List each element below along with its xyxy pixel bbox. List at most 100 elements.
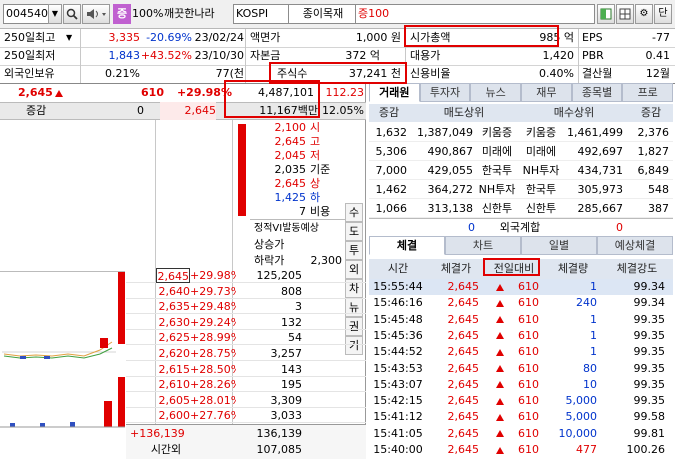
mini-volume-chart xyxy=(0,373,125,429)
side-button-2[interactable]: 투 xyxy=(345,241,363,260)
trade-row[interactable]: 15:45:48 2,645 610 1 99.35 xyxy=(369,311,673,328)
trade-change-value: 610 xyxy=(518,410,539,424)
trade-time: 15:41:05 xyxy=(373,426,423,440)
broker-tab-0[interactable]: 거래원 xyxy=(369,83,420,102)
trade-row[interactable]: 15:43:53 2,645 610 80 99.35 xyxy=(369,360,673,377)
up-arrow-icon xyxy=(496,348,504,356)
trade-row[interactable]: 15:45:36 2,645 610 1 99.35 xyxy=(369,327,673,344)
market-label: KOSPI xyxy=(233,4,289,24)
up-arrow-icon xyxy=(496,397,504,405)
trade-price: 2,645 xyxy=(447,410,480,424)
trade-row[interactable]: 15:40:00 2,645 610 477 100.26 xyxy=(369,442,673,458)
high-250-label: 250일최고 xyxy=(4,31,56,44)
trade-change: 610 xyxy=(483,377,539,393)
bid-row[interactable]: 2,610+28.26% 195 xyxy=(126,377,366,393)
bid-row[interactable]: 2,605+28.01% 3,309 xyxy=(126,393,366,408)
high-250-dropdown[interactable]: ▼ xyxy=(66,29,78,47)
bid-price: 2,635 xyxy=(158,300,191,314)
broker-row[interactable]: 5,306 490,867 미래에 미래에 492,697 1,827 xyxy=(369,142,673,161)
broker-sell-delta: 5,306 xyxy=(375,145,408,158)
bid-price: 2,630 xyxy=(158,315,191,329)
margin-rate-label: 증100 xyxy=(355,4,595,24)
trade-change-value: 610 xyxy=(518,345,539,359)
broker-sell-delta: 1,066 xyxy=(375,202,408,215)
trade-row[interactable]: 15:55:44 2,645 610 1 99.34 xyxy=(369,279,673,295)
broker-buy-name: NH투자 xyxy=(522,164,560,177)
bid-row[interactable]: 2,615+28.50% 143 xyxy=(126,362,366,377)
bid-row[interactable]: 2,625+28.99% 54 xyxy=(126,330,366,346)
trade-price: 2,645 xyxy=(447,328,480,342)
trade-row[interactable]: 15:41:12 2,645 610 5,000 99.58 xyxy=(369,409,673,426)
trade-change: 610 xyxy=(483,279,539,295)
broker-sell-delta: 7,000 xyxy=(375,164,408,177)
up-arrow-icon xyxy=(496,446,504,454)
bid-row[interactable]: 2,630+29.24% 132 xyxy=(126,315,366,330)
trade-header: 시간 체결가 전일대비 체결량 체결강도 xyxy=(369,259,673,279)
trade-change-value: 610 xyxy=(518,443,539,456)
trade-tab-0[interactable]: 체결 xyxy=(369,236,445,255)
stock-code-input[interactable]: 004540 xyxy=(3,4,49,24)
trade-qty: 1 xyxy=(590,345,597,359)
bid-rate: +28.01% xyxy=(190,393,236,407)
trade-tab-1[interactable]: 차트 xyxy=(445,236,521,255)
broker-tab-5[interactable]: 프로 xyxy=(622,83,674,102)
capital-value: 372 억 xyxy=(345,49,380,62)
bid-rate: +28.50% xyxy=(190,362,236,376)
trade-header-1: 체결가 xyxy=(440,262,472,275)
broker-row[interactable]: 1,632 1,387,049 키움증 키움증 1,461,499 2,376 xyxy=(369,123,673,142)
broker-row[interactable]: 7,000 429,055 한국투 NH투자 434,731 6,849 xyxy=(369,161,673,180)
broker-row[interactable]: 1,066 313,138 신한투 신한투 285,667 387 xyxy=(369,199,673,218)
broker-delta2-header: 증감 xyxy=(640,106,662,119)
code-dropdown-button[interactable]: ▼ xyxy=(48,4,62,24)
grid-icon[interactable] xyxy=(616,4,634,24)
orderbook-totals: +136,139 136,139 시간외 107,085 xyxy=(126,424,366,459)
bid-row[interactable]: 2,600+27.76% 3,033 xyxy=(126,408,366,424)
trade-header-3: 체결량 xyxy=(557,262,589,275)
broker-tab-3[interactable]: 재무 xyxy=(521,83,572,102)
trade-qty: 1 xyxy=(590,328,597,342)
trade-change: 610 xyxy=(483,328,539,344)
bid-row[interactable]: 2,645+29.98% 125,205 xyxy=(126,268,366,283)
bid-row[interactable]: 2,640+29.73% 808 xyxy=(126,284,366,299)
broker-buy-delta: 2,376 xyxy=(637,126,670,139)
trade-price: 2,645 xyxy=(447,280,480,293)
vi-box: 정적VI발동예상 상승가 하락가 2,300 xyxy=(250,219,345,269)
broker-sell-volume: 313,138 xyxy=(427,202,474,215)
low-250-rate: +43.52% xyxy=(140,49,192,62)
broker-row[interactable]: 1,462 364,272 NH투자 한국투 305,973 548 xyxy=(369,180,673,199)
search-icon[interactable] xyxy=(63,4,81,24)
volume-ratio: 112.23 xyxy=(325,86,365,99)
trade-row[interactable]: 15:46:16 2,645 610 240 99.34 xyxy=(369,295,673,312)
single-view-button[interactable]: 단 xyxy=(654,4,672,24)
bid-row[interactable]: 2,620+28.75% 3,257 xyxy=(126,346,366,361)
broker-buy-volume: 305,973 xyxy=(577,183,624,196)
price-info-value: 2,645 xyxy=(274,135,307,148)
gear-icon[interactable]: ⚙ xyxy=(635,4,653,24)
side-button-1[interactable]: 도 xyxy=(345,222,363,241)
stock-code-value: 004540 xyxy=(6,7,48,20)
broker-tab-2[interactable]: 뉴스 xyxy=(470,83,522,102)
broker-tab-4[interactable]: 종목별 xyxy=(571,83,623,102)
foreign-sum-left: 0 xyxy=(468,221,475,234)
high-250-date: 23/02/24 xyxy=(194,31,244,44)
trade-change: 610 xyxy=(483,344,539,360)
side-button-0[interactable]: 수 xyxy=(345,203,363,222)
margin-tag-badge: 증 xyxy=(113,4,131,24)
bid-qty: 125,205 xyxy=(256,269,303,282)
trade-qty: 1 xyxy=(590,312,597,326)
trade-row[interactable]: 15:42:15 2,645 610 5,000 99.35 xyxy=(369,393,673,410)
trade-qty: 5,000 xyxy=(565,410,598,424)
trade-row[interactable]: 15:43:07 2,645 610 10 99.35 xyxy=(369,376,673,393)
trade-qty: 10 xyxy=(583,377,597,391)
trade-tab-2[interactable]: 일별 xyxy=(521,236,597,255)
face-value: 1,000 원 xyxy=(355,31,401,44)
trade-row[interactable]: 15:44:52 2,645 610 1 99.35 xyxy=(369,344,673,361)
speaker-icon[interactable] xyxy=(82,4,110,24)
broker-tab-1[interactable]: 투자자 xyxy=(419,83,471,102)
trade-tab-3[interactable]: 예상체결 xyxy=(597,236,673,255)
layout-icon[interactable] xyxy=(597,4,615,24)
bid-row[interactable]: 2,635+29.48% 3 xyxy=(126,299,366,315)
broker-buy-volume: 492,697 xyxy=(577,145,624,158)
trade-qty: 1 xyxy=(590,280,597,293)
trade-row[interactable]: 15:41:05 2,645 610 10,000 99.81 xyxy=(369,425,673,442)
